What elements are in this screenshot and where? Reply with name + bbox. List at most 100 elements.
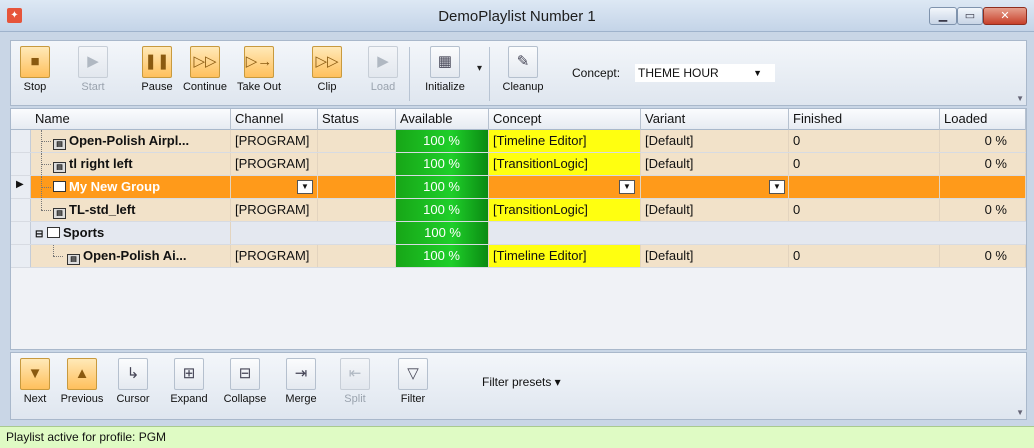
cleanup-button[interactable]: ✎ Cleanup	[495, 46, 551, 93]
cleanup-icon: ✎	[508, 46, 538, 78]
expand-toggle-icon[interactable]: ⊟	[35, 229, 43, 240]
row-variant[interactable]: ▼	[641, 176, 789, 198]
pause-button[interactable]: ❚❚ Pause	[137, 46, 177, 93]
playlist-element-icon: ▤	[67, 254, 80, 265]
clip-icon: ▷▷	[312, 46, 342, 78]
chevron-down-icon: ▼	[753, 68, 762, 78]
row-concept[interactable]: ▼	[489, 176, 641, 198]
status-bar: Playlist active for profile: PGM	[0, 426, 1034, 448]
row-name-text: tl right left	[69, 156, 133, 171]
start-label: Start	[81, 81, 105, 93]
col-header-variant[interactable]: Variant	[641, 109, 789, 130]
row-finished: 0	[789, 153, 940, 175]
playlist-element-icon: ▤	[53, 139, 66, 150]
expand-button[interactable]: ⊞ Expand	[163, 358, 215, 405]
playlist-element-icon: ▤	[53, 208, 66, 219]
row-available: 100 %	[396, 130, 489, 152]
col-header-concept[interactable]: Concept	[489, 109, 641, 130]
row-indicator[interactable]	[11, 153, 31, 175]
col-header-available[interactable]: Available	[396, 109, 489, 130]
filter-label: Filter	[400, 393, 426, 405]
row-loaded: 0 %	[940, 130, 1026, 152]
table-row[interactable]: ▤ Open-Polish Ai... [PROGRAM] 100 % [Time…	[11, 245, 1026, 268]
start-button[interactable]: ▶ Start	[75, 46, 111, 93]
navigation-toolbar: ▼ Next ▲ Previous ↳ Cursor ⊞ Expand ⊟ Co…	[10, 352, 1027, 420]
concept-label: Concept:	[572, 66, 621, 80]
concept-select[interactable]: THEME HOUR ▼	[635, 64, 775, 82]
collapse-icon: ⊟	[230, 358, 260, 390]
row-concept: [Timeline Editor]	[489, 245, 641, 267]
close-button[interactable]: ✕	[983, 7, 1027, 25]
minimize-button[interactable]: ▁	[929, 7, 957, 25]
merge-icon: ⇥	[286, 358, 316, 390]
toolbar-overflow-icon[interactable]: ▼	[1016, 94, 1024, 103]
split-button[interactable]: ⇤ Split	[333, 358, 377, 405]
chevron-down-icon[interactable]: ▼	[297, 180, 313, 194]
grid-header: Name Channel Status Available Concept Va…	[11, 109, 1026, 130]
row-indicator[interactable]	[11, 130, 31, 152]
chevron-down-icon[interactable]: ▼	[619, 180, 635, 194]
previous-button[interactable]: ▲ Previous	[57, 358, 107, 405]
continue-button[interactable]: ▷▷ Continue	[177, 46, 233, 93]
row-name: ▤ Open-Polish Ai...	[63, 245, 231, 267]
merge-button[interactable]: ⇥ Merge	[277, 358, 325, 405]
previous-icon: ▲	[67, 358, 97, 390]
row-indicator[interactable]	[11, 199, 31, 221]
col-header-status[interactable]: Status	[318, 109, 396, 130]
take-out-icon: ▷→	[244, 46, 274, 78]
row-available: 100 %	[396, 222, 489, 244]
row-name[interactable]: My New Group	[49, 176, 231, 198]
row-variant: [Default]	[641, 199, 789, 221]
table-row-group[interactable]: ⊟ Sports 100 %	[11, 222, 1026, 245]
row-name: ▤ TL-std_left	[49, 199, 231, 221]
cursor-icon: ↳	[118, 358, 148, 390]
toolbar-overflow-icon[interactable]: ▼	[1016, 408, 1024, 417]
maximize-button[interactable]: ▭	[957, 7, 983, 25]
table-row[interactable]: ▤ Open-Polish Airpl... [PROGRAM] 100 % [T…	[11, 130, 1026, 153]
toolbar-separator	[489, 47, 490, 101]
row-status	[318, 245, 396, 267]
split-label: Split	[344, 393, 366, 405]
initialize-label: Initialize	[425, 81, 465, 93]
tree-line	[53, 256, 63, 257]
table-row[interactable]: ▤ TL-std_left [PROGRAM] 100 % [Transition…	[11, 199, 1026, 222]
clip-button[interactable]: ▷▷ Clip	[307, 46, 347, 93]
row-name-text: Open-Polish Airpl...	[69, 133, 190, 148]
take-out-button[interactable]: ▷→ Take Out	[231, 46, 287, 93]
row-name: ▤ Open-Polish Airpl...	[49, 130, 231, 152]
col-header-channel[interactable]: Channel	[231, 109, 318, 130]
expand-label: Expand	[170, 393, 208, 405]
table-row-selected[interactable]: ▶ My New Group ▼ 100 % ▼ ▼	[11, 176, 1026, 199]
load-label: Load	[370, 81, 396, 93]
row-concept: [Timeline Editor]	[489, 130, 641, 152]
filter-presets-dropdown[interactable]: Filter presets ▾	[482, 375, 561, 389]
pause-label: Pause	[141, 81, 173, 93]
col-header-loaded[interactable]: Loaded	[940, 109, 1026, 130]
row-indicator[interactable]	[11, 222, 31, 244]
row-loaded: 0 %	[940, 199, 1026, 221]
next-button[interactable]: ▼ Next	[17, 358, 53, 405]
row-status	[318, 153, 396, 175]
row-name-text: Open-Polish Ai...	[83, 248, 187, 263]
col-header-finished[interactable]: Finished	[789, 109, 940, 130]
col-header-name[interactable]: Name	[31, 109, 231, 130]
initialize-button[interactable]: ▦ Initialize	[417, 46, 473, 93]
cleanup-label: Cleanup	[502, 81, 544, 93]
row-channel[interactable]: ▼	[231, 176, 318, 198]
row-channel: [PROGRAM]	[231, 130, 318, 152]
stop-button[interactable]: ■ Stop	[17, 46, 53, 93]
cursor-button[interactable]: ↳ Cursor	[109, 358, 157, 405]
filter-button[interactable]: ▽ Filter	[391, 358, 435, 405]
row-indicator[interactable]: ▶	[11, 176, 31, 198]
toolbar-separator	[409, 47, 410, 101]
row-indicator[interactable]	[11, 245, 31, 267]
row-concept: [TransitionLogic]	[489, 153, 641, 175]
chevron-down-icon[interactable]: ▼	[769, 180, 785, 194]
load-button[interactable]: ▶ Load	[363, 46, 403, 93]
initialize-dropdown-icon[interactable]: ▾	[477, 63, 482, 74]
row-finished: 0	[789, 199, 940, 221]
tree-line	[53, 245, 54, 256]
collapse-button[interactable]: ⊟ Collapse	[217, 358, 273, 405]
pause-icon: ❚❚	[142, 46, 172, 78]
table-row[interactable]: ▤ tl right left [PROGRAM] 100 % [Transiti…	[11, 153, 1026, 176]
